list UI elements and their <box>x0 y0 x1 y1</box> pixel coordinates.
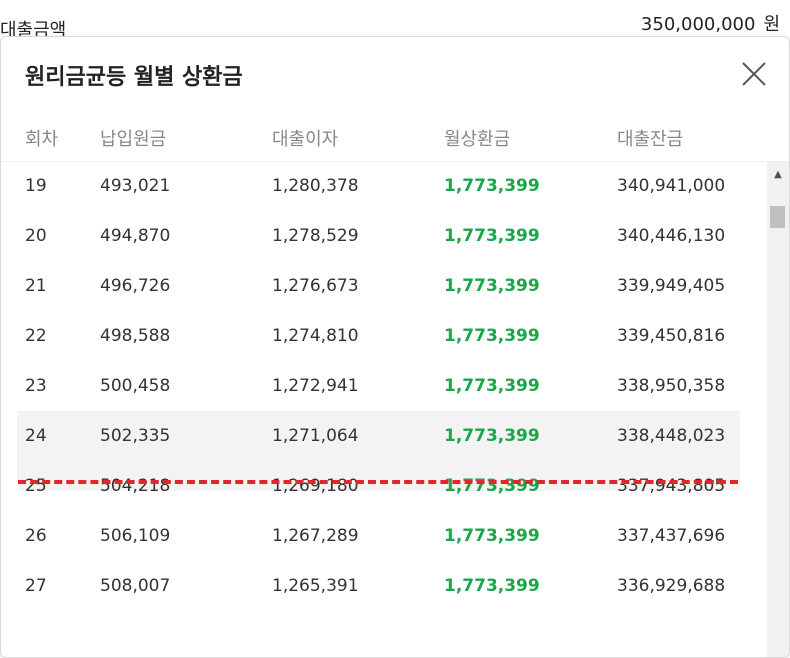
table-row: 22 498,588 1,274,810 1,773,399 339,450,816 <box>1 311 767 361</box>
cell-principal: 498,588 <box>100 326 171 346</box>
column-header-payment: 월상환금 <box>444 129 511 150</box>
cell-interest: 1,272,941 <box>272 376 359 396</box>
background-loan-amount-row: 대출금액 350,000,000 원 <box>0 0 790 41</box>
cell-interest: 1,269,180 <box>272 476 359 496</box>
cell-balance: 338,448,023 <box>617 426 726 446</box>
cell-interest: 1,276,673 <box>272 276 359 296</box>
cell-balance: 337,437,696 <box>617 526 726 546</box>
cell-principal: 506,109 <box>100 526 171 546</box>
table-row: 23 500,458 1,272,941 1,773,399 338,950,358 <box>1 361 767 411</box>
table-row: 21 496,726 1,276,673 1,773,399 339,949,405 <box>1 261 767 311</box>
cell-no: 22 <box>25 326 47 346</box>
modal-header: 원리금균등 월별 상환금 <box>1 37 789 112</box>
table-rows: 18491,1791,282,2201,773,399341,434,02119… <box>1 161 767 611</box>
cell-no: 27 <box>25 576 47 596</box>
cell-payment: 1,773,399 <box>444 226 540 246</box>
cell-principal: 504,218 <box>100 476 171 496</box>
column-header-interest: 대출이자 <box>272 129 339 150</box>
loan-amount-number: 350,000,000 <box>640 14 756 35</box>
cell-payment: 1,773,399 <box>444 576 540 596</box>
cell-balance: 339,949,405 <box>617 276 726 296</box>
cell-interest: 1,265,391 <box>272 576 359 596</box>
cell-principal: 500,458 <box>100 376 171 396</box>
scroll-up-arrow-icon[interactable]: ▲ <box>767 161 789 185</box>
table-row: 24 502,335 1,271,064 1,773,399 338,448,023 <box>1 411 767 461</box>
table-body[interactable]: 18491,1791,282,2201,773,399341,434,02119… <box>1 161 767 657</box>
loan-amount-unit: 원 <box>763 14 780 35</box>
cell-payment: 1,773,399 <box>444 376 540 396</box>
vertical-scrollbar[interactable]: ▲ <box>767 161 789 657</box>
table-header: 회차 납입원금 대출이자 월상환금 대출잔금 <box>1 111 789 162</box>
cell-payment: 1,773,399 <box>444 326 540 346</box>
cell-interest: 1,280,378 <box>272 176 359 196</box>
table-row: 20 494,870 1,278,529 1,773,399 340,446,130 <box>1 211 767 261</box>
cell-principal: 508,007 <box>100 576 171 596</box>
cell-no: 25 <box>25 476 47 496</box>
cell-payment: 1,773,399 <box>444 526 540 546</box>
cell-balance: 338,950,358 <box>617 376 726 396</box>
cell-interest: 1,278,529 <box>272 226 359 246</box>
table-row: 26 506,109 1,267,289 1,773,399 337,437,696 <box>1 511 767 561</box>
table-row: 27 508,007 1,265,391 1,773,399 336,929,688 <box>1 561 767 611</box>
repayment-modal: 원리금균등 월별 상환금 회차 납입원금 대출이자 월상환금 대출잔금 1849… <box>0 36 790 658</box>
cell-no: 23 <box>25 376 47 396</box>
column-header-no: 회차 <box>25 129 59 150</box>
modal-title: 원리금균등 월별 상환금 <box>25 65 243 90</box>
cell-balance: 340,941,000 <box>617 176 726 196</box>
table-row: 19 493,021 1,280,378 1,773,399 340,941,000 <box>1 161 767 211</box>
close-icon <box>742 62 766 86</box>
cell-no: 21 <box>25 276 47 296</box>
cell-payment: 1,773,399 <box>444 476 540 496</box>
close-button[interactable] <box>739 59 769 89</box>
loan-amount-value: 350,000,000 원 <box>641 10 780 36</box>
cell-principal: 493,021 <box>100 176 171 196</box>
cell-principal: 502,335 <box>100 426 171 446</box>
cell-balance: 339,450,816 <box>617 326 726 346</box>
cell-interest: 1,274,810 <box>272 326 359 346</box>
cell-payment: 1,773,399 <box>444 276 540 296</box>
cell-principal: 494,870 <box>100 226 171 246</box>
table-row: 25 504,218 1,269,180 1,773,399 337,943,805 <box>1 461 767 511</box>
cell-no: 20 <box>25 226 47 246</box>
current-period-marker-line <box>18 480 738 484</box>
cell-principal: 496,726 <box>100 276 171 296</box>
cell-interest: 1,267,289 <box>272 526 359 546</box>
column-header-balance: 대출잔금 <box>617 129 684 150</box>
scroll-thumb[interactable] <box>770 206 785 228</box>
cell-balance: 337,943,805 <box>617 476 726 496</box>
column-header-principal: 납입원금 <box>100 129 167 150</box>
cell-no: 26 <box>25 526 47 546</box>
cell-balance: 340,446,130 <box>617 226 726 246</box>
cell-payment: 1,773,399 <box>444 176 540 196</box>
cell-payment: 1,773,399 <box>444 426 540 446</box>
cell-balance: 336,929,688 <box>617 576 726 596</box>
cell-no: 24 <box>25 426 47 446</box>
cell-interest: 1,271,064 <box>272 426 359 446</box>
cell-no: 19 <box>25 176 47 196</box>
